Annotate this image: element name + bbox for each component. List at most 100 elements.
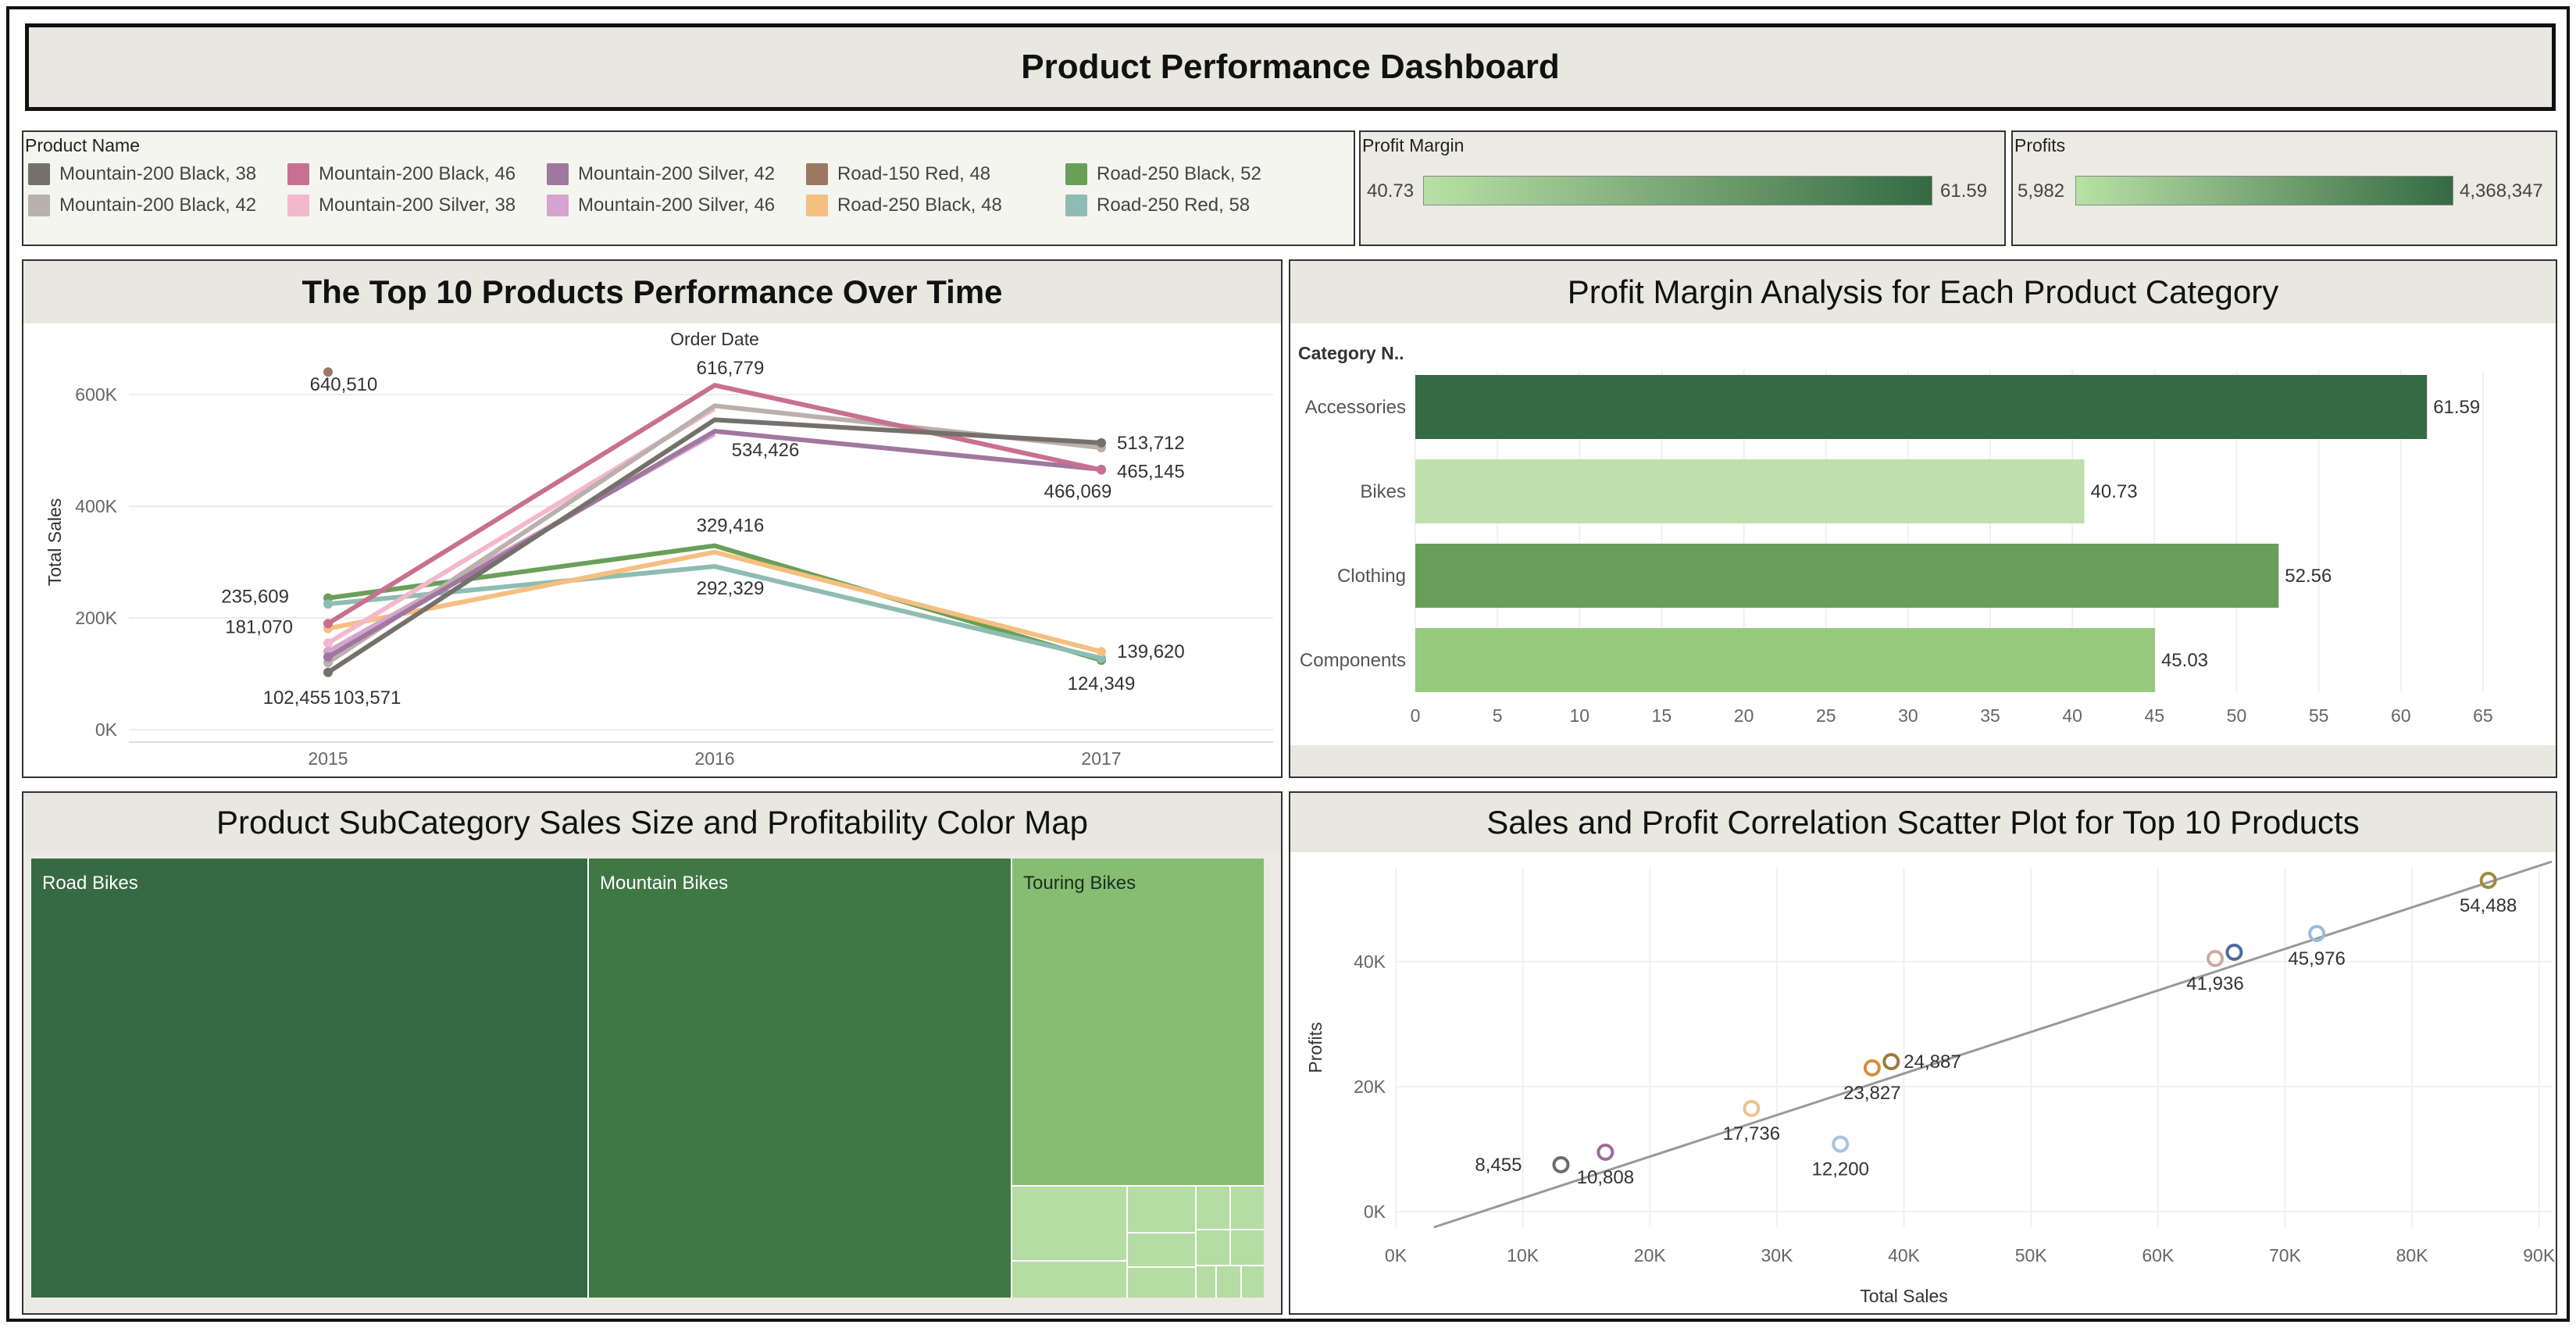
line-data-label: 329,416 [697,516,765,537]
line-y-tick: 200K [75,608,117,628]
line-data-label: 124,349 [1068,673,1136,694]
line-point[interactable] [323,599,333,609]
line-data-label: 513,712 [1117,433,1185,454]
bar-x-tick: 35 [1980,705,2000,726]
legend-item[interactable]: Road-250 Red, 58 [1065,195,1250,216]
scatter-x-tick: 90K [2523,1245,2556,1266]
scatter-data-label: 41,936 [2186,973,2243,994]
bar-x-tick: 15 [1652,705,1672,726]
treemap-cell[interactable] [1197,1266,1215,1298]
line-point[interactable] [1097,437,1106,448]
bar-x-tick: 55 [2309,705,2329,726]
line-point[interactable] [1097,647,1106,657]
treemap-cell[interactable] [1012,1187,1126,1260]
line-chart: Order Date Total Sales 0K 200K 400K 600K 2015 2… [45,329,1273,769]
legend-swatch [287,195,309,216]
bar-value-label: 40.73 [2091,481,2138,502]
profits-min: 5,982 [2018,180,2065,202]
treemap-cell-touring-bikes[interactable]: Touring Bikes [1012,859,1264,1185]
treemap-cell[interactable] [1197,1230,1229,1265]
legend-item[interactable]: Mountain-200 Black, 42 [28,195,256,216]
line-chart-title: The Top 10 Products Performance Over Tim… [23,261,1281,323]
legend-swatch [28,163,50,185]
bar[interactable] [1415,628,2155,692]
bar-chart-footer [1290,745,2556,776]
legend-swatch [806,163,828,185]
legend-item[interactable]: Road-250 Black, 52 [1065,163,1261,185]
bar[interactable] [1415,375,2428,439]
bar-x-tick: 60 [2391,705,2411,726]
bar-x-tick: 0 [1411,705,1421,726]
profit-margin-min: 40.73 [1367,180,1415,202]
scatter-point[interactable] [1552,1156,1570,1173]
line-data-label: 534,426 [732,440,800,461]
title-banner: Product Performance Dashboard [25,23,2556,111]
bar-x-tick: 65 [2473,705,2493,726]
treemap-cell[interactable] [1128,1268,1195,1298]
legend-swatch [806,195,828,216]
scatter-x-tick: 50K [2015,1245,2048,1266]
scatter-title: Sales and Profit Correlation Scatter Plo… [1290,793,2556,852]
scatter-y-axis-title: Profits [1305,1022,1325,1073]
legend-label: Road-250 Red, 58 [1097,195,1251,216]
scatter-point[interactable] [1597,1144,1614,1161]
page-title: Product Performance Dashboard [1021,48,1560,86]
legend-label: Mountain-200 Black, 46 [319,163,516,184]
product-name-legend: Product Name Mountain-200 Black, 38 Mount… [22,130,1355,246]
line-data-label: 181,070 [225,617,293,638]
line-data-label: 465,145 [1117,462,1185,483]
treemap-cell[interactable] [1197,1187,1229,1229]
scatter-point[interactable] [1743,1100,1761,1117]
legend-label: Mountain-200 Silver, 46 [578,195,776,216]
scatter-point[interactable] [1863,1059,1881,1076]
bar-x-tick: 25 [1816,705,1836,726]
legend-item[interactable]: Mountain-200 Black, 38 [28,163,256,185]
treemap-cell-mountain-bikes[interactable]: Mountain Bikes [589,859,1011,1298]
scatter-point[interactable] [1882,1053,1900,1070]
scatter-x-tick: 30K [1761,1245,1793,1266]
legend-item[interactable]: Mountain-200 Black, 46 [287,163,516,185]
legend-item[interactable]: Road-150 Red, 48 [806,163,990,185]
treemap-cell[interactable] [1128,1187,1195,1232]
scatter-point[interactable] [2225,944,2243,961]
treemap-cell[interactable] [1012,1262,1126,1298]
line-series[interactable] [327,543,1102,663]
bar[interactable] [1415,459,2085,523]
line-data-label: 640,510 [310,374,378,395]
line-data-label: 103,571 [334,687,401,709]
profit-margin-title: Profit Margin [1362,135,1465,155]
legend-item[interactable]: Mountain-200 Silver, 38 [287,195,516,216]
line-data-label: 139,620 [1117,641,1185,662]
bar-x-tick: 50 [2227,705,2247,726]
bar[interactable] [1415,544,2279,608]
legend-item[interactable]: Road-250 Black, 48 [806,195,1002,216]
treemap-cell[interactable] [1231,1230,1264,1265]
line-x-tick: 2017 [1081,748,1121,769]
bar-category-label: Clothing [1337,566,1406,587]
line-point[interactable] [323,619,333,629]
scatter-y-tick: 20K [1354,1076,1386,1097]
treemap-cell[interactable] [1231,1187,1264,1229]
line-y-tick: 600K [75,384,117,405]
treemap-cell[interactable] [1242,1266,1264,1298]
line-point[interactable] [323,638,333,648]
line-point[interactable] [1097,465,1106,475]
bar-x-tick: 20 [1734,705,1754,726]
bar-value-label: 52.56 [2285,566,2332,587]
treemap-cell[interactable] [1217,1266,1240,1298]
line-point[interactable] [323,652,333,662]
line-x-tick: 2016 [694,748,734,769]
legend-label: Mountain-200 Silver, 38 [319,195,516,216]
scatter-data-label: 17,736 [1723,1123,1780,1144]
legend-item[interactable]: Mountain-200 Silver, 46 [547,195,775,216]
scatter-point[interactable] [2207,950,2225,967]
line-data-label: 466,069 [1044,481,1112,502]
line-point[interactable] [323,667,333,677]
legend-label: Road-250 Black, 48 [837,195,1002,216]
scatter-x-axis-title: Total Sales [1860,1286,1948,1306]
treemap-cell[interactable] [1128,1233,1195,1266]
scatter-point[interactable] [1832,1135,1850,1153]
treemap-cell-road-bikes[interactable]: Road Bikes [31,859,587,1298]
profits-ramp [2075,176,2453,205]
legend-item[interactable]: Mountain-200 Silver, 42 [547,163,775,185]
